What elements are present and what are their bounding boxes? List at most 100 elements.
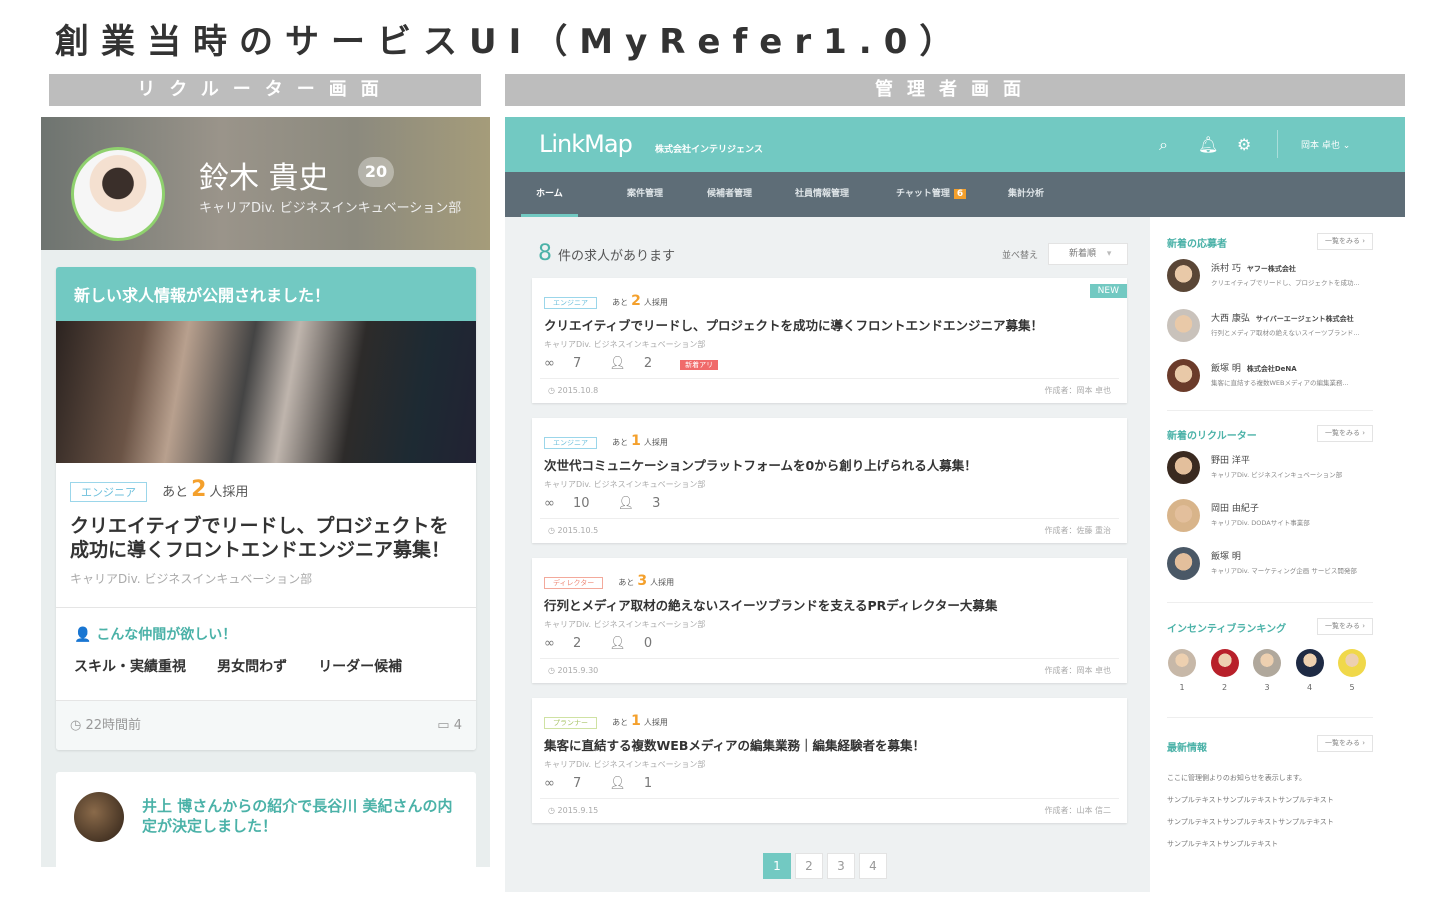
tab-home[interactable]: ホーム: [521, 172, 578, 217]
clock-icon: ◷: [548, 526, 558, 535]
bell-icon[interactable]: 🔔︎: [1198, 135, 1218, 154]
job-card[interactable]: NEW エンジニア あと 2 人採用 クリエイティブでリードし、プロジェクトを成功に…: [532, 278, 1127, 403]
rank-number: 3: [1264, 683, 1270, 692]
chevron-down-icon: ⌄: [1342, 141, 1351, 151]
avatar: [1168, 649, 1196, 677]
remain-prefix: あと: [612, 298, 629, 307]
job-card[interactable]: プランナー あと 1 人採用 集客に直結する複数WEBメディアの編集業務｜編集経験者…: [532, 698, 1127, 823]
referral-icon: ∞: [544, 356, 559, 371]
job-title[interactable]: クリエイティブでリードし、プロジェクトを成功に導くフロントエンドエンジニア募集！: [544, 315, 1115, 334]
job-author: 作成者：山本 信二: [1044, 806, 1111, 815]
view-all-button[interactable]: 一覧をみる ›: [1317, 233, 1373, 250]
remain-prefix: あと: [162, 485, 189, 500]
job-count: 8 件の求人があります: [538, 241, 675, 266]
candidate-stat: 👤︎ 1: [609, 776, 666, 791]
user-icon: 👤︎: [617, 496, 639, 511]
ranking-item[interactable]: 3: [1252, 649, 1282, 692]
remain-suffix: 人採用: [209, 485, 249, 500]
tab-chat[interactable]: チャット管理 6: [896, 172, 967, 217]
rank-number: 4: [1306, 683, 1313, 692]
sort-select[interactable]: 新着順 ▾: [1048, 243, 1128, 265]
rank-number: 2: [1221, 683, 1228, 692]
referral-stat: ∞ 2: [544, 636, 595, 651]
comment-icon[interactable]: ▭: [437, 718, 453, 733]
ranking-item[interactable]: 1: [1167, 649, 1197, 692]
job-feed-card[interactable]: 新しい求人情報が公開されました！ エンジニア あと 2 人採用 クリエイティブでリー…: [56, 267, 476, 750]
view-all-button[interactable]: 一覧をみる ›: [1317, 735, 1373, 752]
candidate-stat: 👤︎ 3: [618, 496, 675, 511]
referral-icon: ∞: [544, 776, 559, 791]
referral-stat: ∞ 7: [544, 776, 595, 791]
referral-count: 7: [572, 356, 582, 371]
news-item[interactable]: ここに管理側よりのお知らせを表示します。: [1167, 773, 1306, 783]
notice-card[interactable]: 井上 博さんからの紹介で長谷川 美紀さんの内定が決定しました！: [56, 772, 476, 867]
job-title[interactable]: 集客に直結する複数WEBメディアの編集業務｜編集経験者を募集！: [544, 735, 1115, 754]
job-title[interactable]: 行列とメディア取材の絶えないスイーツブランドを支えるPRディレクター大募集: [544, 595, 1115, 614]
avatar: [1167, 259, 1200, 292]
more-label: 一覧をみる: [1324, 739, 1360, 747]
tab-jobs[interactable]: 案件管理: [627, 172, 663, 217]
job-card[interactable]: ディレクター あと 3 人採用 行列とメディア取材の絶えないスイーツブランドを支える…: [532, 558, 1127, 683]
ranking-item[interactable]: 5: [1337, 649, 1367, 692]
count-number: 8: [538, 241, 552, 266]
applicant-company: 株式会社DeNA: [1246, 365, 1297, 373]
avatar[interactable]: [71, 147, 165, 241]
referral-count: 2: [572, 636, 582, 651]
view-all-button[interactable]: 一覧をみる ›: [1317, 425, 1373, 442]
card-footer: ◷ 22時間前 ▭ 4: [56, 700, 476, 750]
ranking-item[interactable]: 4: [1295, 649, 1325, 692]
profile-header: 鈴木 貴史 20 キャリアDiv. ビジネスインキュベーション部: [41, 117, 490, 250]
applicant-name: 飯塚 明: [1211, 364, 1241, 374]
card-header: 新しい求人情報が公開されました！: [56, 267, 476, 321]
view-all-button[interactable]: 一覧をみる ›: [1317, 618, 1373, 635]
recruiter-name: 岡田 由紀子: [1211, 504, 1259, 514]
user-name: 鈴木 貴史: [199, 161, 329, 196]
job-author: 作成者：岡本 卓也: [1044, 666, 1111, 675]
news-item[interactable]: サンプルテキストサンプルテキストサンプルテキスト: [1167, 817, 1334, 827]
page-button[interactable]: 4: [859, 853, 887, 879]
remain-count: 1: [631, 713, 641, 729]
page-button[interactable]: 1: [763, 853, 791, 879]
ranking-item[interactable]: 2: [1210, 649, 1240, 692]
job-tag: プランナー: [544, 717, 597, 729]
news-item[interactable]: サンプルテキストサンプルテキスト: [1167, 839, 1278, 849]
referral-stat: ∞ 7: [544, 356, 595, 371]
more-label: 一覧をみる: [1324, 237, 1360, 245]
avatar: [1338, 649, 1366, 677]
skill-item: スキル・実績重視: [74, 659, 186, 675]
remain-suffix: 人採用: [643, 298, 668, 307]
page-button[interactable]: 2: [795, 853, 823, 879]
recruiter-dept: キャリアDiv. DODAサイト事業部: [1211, 519, 1310, 527]
logo[interactable]: LinkMap: [539, 130, 633, 158]
job-title[interactable]: クリエイティブでリードし、プロジェクトを成功に導くフロントエンドエンジニア募集！: [70, 514, 462, 562]
wanted-section: 👤 こんな仲間が欲しい！ スキル・実績重視 男女問わず リーダー候補: [56, 607, 476, 697]
gear-icon[interactable]: ⚙: [1237, 135, 1251, 154]
more-label: 一覧をみる: [1324, 429, 1360, 437]
chevron-down-icon: ▾: [1106, 249, 1112, 259]
posted-time: 22時間前: [85, 718, 142, 733]
job-card[interactable]: エンジニア あと 1 人採用 次世代コミュニケーションプラットフォームを0から創り上…: [532, 418, 1127, 543]
remain-prefix: あと: [618, 578, 635, 587]
wanted-heading: こんな仲間が欲しい！: [96, 627, 237, 643]
main-nav: ホーム 案件管理 候補者管理 社員情報管理 チャット管理 6 集計分析: [505, 172, 1405, 217]
clock-icon: ◷: [548, 386, 558, 395]
tab-analytics[interactable]: 集計分析: [1008, 172, 1044, 217]
job-dept: キャリアDiv. ビジネスインキュベーション部: [70, 572, 313, 586]
avatar: [74, 792, 124, 842]
candidate-stat: 👤︎ 0: [609, 636, 666, 651]
page-button[interactable]: 3: [827, 853, 855, 879]
search-icon[interactable]: ⌕: [1159, 135, 1168, 155]
referral-count: 10: [572, 496, 590, 511]
tab-employees[interactable]: 社員情報管理: [795, 172, 849, 217]
referral-icon: ∞: [544, 636, 559, 651]
news-item[interactable]: サンプルテキストサンプルテキストサンプルテキスト: [1167, 795, 1334, 805]
user-menu[interactable]: 岡本 卓也 ⌄: [1301, 138, 1350, 151]
tab-candidates[interactable]: 候補者管理: [707, 172, 752, 217]
new-badge: NEW: [1089, 284, 1127, 298]
applicant-job: 行列とメディア取材の絶えないスイーツブランド...: [1211, 329, 1360, 337]
job-title[interactable]: 次世代コミュニケーションプラットフォームを0から創り上げられる人募集！: [544, 455, 1115, 474]
job-dept: キャリアDiv. ビジネスインキュベーション部: [544, 620, 706, 629]
referral-icon: ∞: [544, 496, 559, 511]
user-icon: 👤︎: [609, 776, 630, 791]
admin-screen: LinkMap 株式会社インテリジェンス ⌕ 🔔︎ ⚙ 岡本 卓也 ⌄ ホーム …: [505, 117, 1405, 892]
